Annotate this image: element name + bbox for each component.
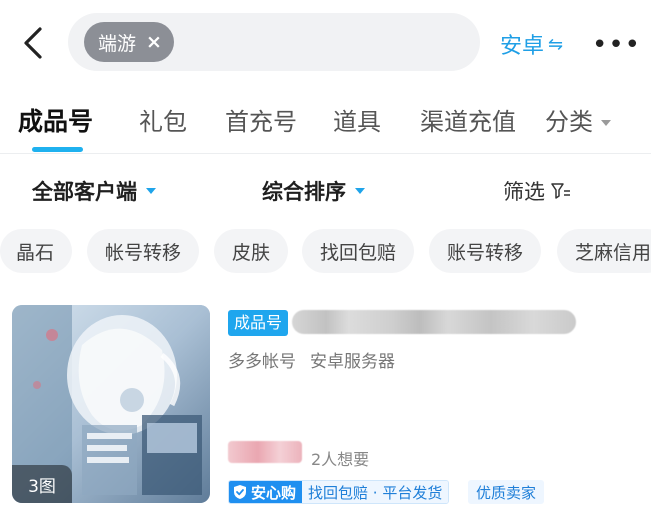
listing-type-badge: 成品号 xyxy=(228,310,289,336)
seller-quality-tag: 优质卖家 xyxy=(468,480,545,504)
listing-meta-server: 安卓服务器 xyxy=(310,352,395,372)
shield-check-icon xyxy=(234,485,246,499)
image-count-badge: 3图 xyxy=(12,465,72,503)
assurance-text: 找回包赔 · 平台发货 xyxy=(302,481,449,503)
search-chip-label: 端游 xyxy=(98,32,137,55)
sort-filter-label: 综合排序 xyxy=(262,180,346,204)
search-box[interactable]: 端游 × xyxy=(68,13,480,71)
tab-active-indicator xyxy=(32,147,83,152)
tag-chip-row: 晶石 帐号转移 皮肤 找回包赔 账号转移 芝麻信用 xyxy=(0,229,651,275)
want-count: 2人想要 xyxy=(311,450,370,469)
listing-meta-account: 多多帐号 xyxy=(228,352,296,372)
platform-switch[interactable]: 安卓 ⇋ xyxy=(500,28,563,60)
category-tabs: 成品号 礼包 首充号 道具 渠道充值 分类 xyxy=(0,90,651,154)
tag-chip[interactable]: 找回包赔 xyxy=(302,229,415,273)
tag-chip[interactable]: 账号转移 xyxy=(429,229,542,273)
chevron-down-icon xyxy=(355,188,365,194)
listing-thumbnail[interactable]: 3图 xyxy=(12,305,210,503)
chevron-down-icon xyxy=(601,120,611,126)
sort-filter[interactable]: 综合排序 xyxy=(262,176,365,206)
tag-chip[interactable]: 帐号转移 xyxy=(87,229,200,273)
tag-chip[interactable]: 芝麻信用 xyxy=(557,229,651,273)
tab-items[interactable]: 道具 xyxy=(333,102,381,137)
assurance-badge: 安心购 找回包赔 · 平台发货 xyxy=(228,480,450,504)
tag-chip[interactable]: 皮肤 xyxy=(214,229,289,273)
client-filter-label: 全部客户端 xyxy=(32,180,137,204)
tab-category-label: 分类 xyxy=(545,108,593,136)
tab-channel-recharge[interactable]: 渠道充值 xyxy=(420,102,516,137)
listing-title-redacted xyxy=(292,310,576,334)
listing-card[interactable]: 3图 成品号 多多帐号 安卓服务器 2人想要 安心购 找回包赔 · 平台发货 优… xyxy=(0,300,651,513)
tab-finished-account[interactable]: 成品号 xyxy=(18,102,93,138)
back-arrow-icon[interactable] xyxy=(18,26,48,60)
filter-funnel-icon xyxy=(551,182,571,200)
more-icon[interactable]: ••• xyxy=(592,30,641,60)
platform-label: 安卓 xyxy=(500,34,545,59)
screen-filter-label: 筛选 xyxy=(503,180,545,204)
screen-filter[interactable]: 筛选 xyxy=(503,176,571,206)
listing-price-redacted xyxy=(228,441,302,463)
listing-meta: 多多帐号 安卓服务器 xyxy=(228,347,395,372)
assurance-brand-label: 安心购 xyxy=(251,483,297,502)
search-chip[interactable]: 端游 × xyxy=(84,22,174,62)
tab-gift-pack[interactable]: 礼包 xyxy=(139,102,187,137)
chip-close-icon[interactable]: × xyxy=(146,31,162,53)
filter-row: 全部客户端 综合排序 筛选 xyxy=(0,160,651,224)
client-filter[interactable]: 全部客户端 xyxy=(32,176,156,206)
chevron-down-icon xyxy=(146,188,156,194)
top-bar: 端游 × 安卓 ⇋ ••• xyxy=(0,0,651,86)
assurance-brand: 安心购 xyxy=(229,481,303,503)
switch-icon: ⇋ xyxy=(548,33,564,55)
tag-chip[interactable]: 晶石 xyxy=(0,229,73,273)
tab-category[interactable]: 分类 xyxy=(545,102,611,137)
tab-first-charge[interactable]: 首充号 xyxy=(225,102,297,137)
